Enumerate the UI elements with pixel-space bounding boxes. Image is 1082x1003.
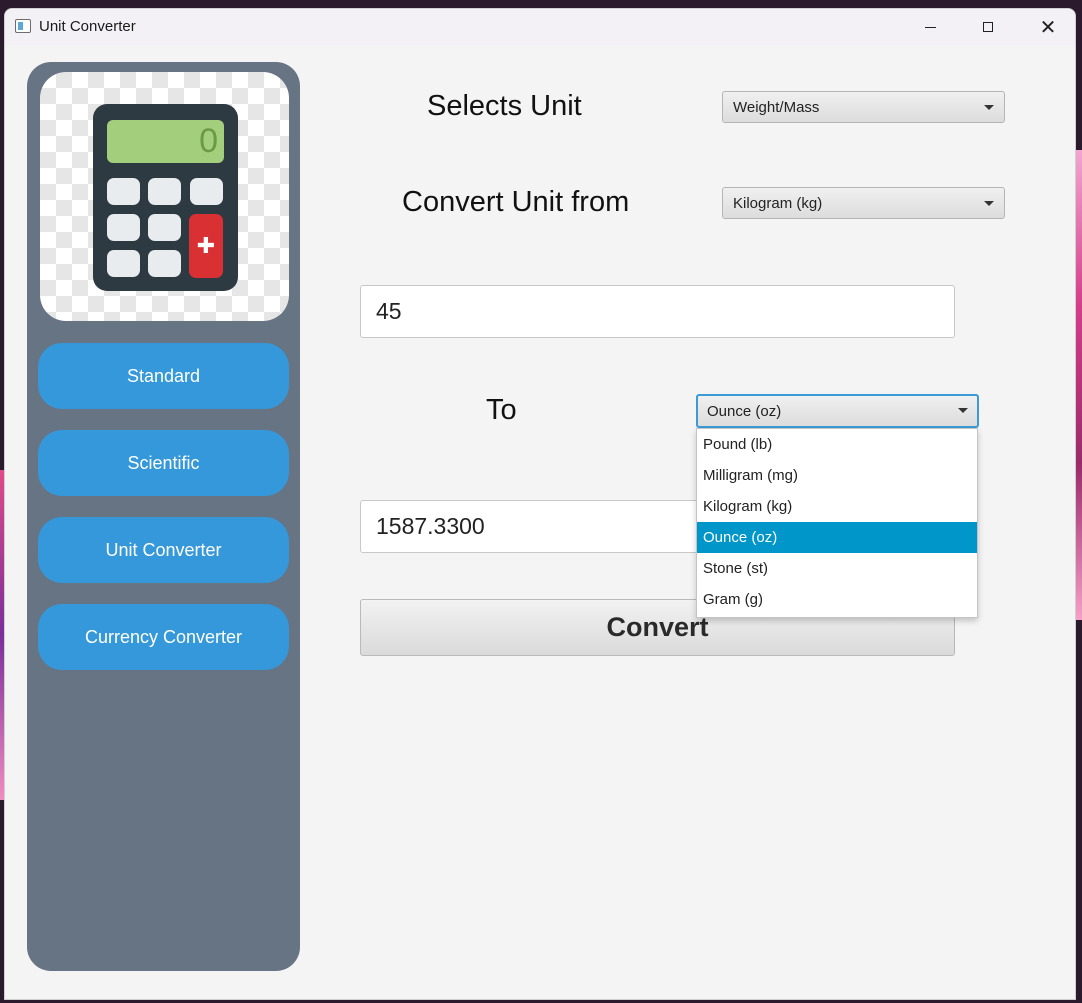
nav-standard-button[interactable]: Standard: [38, 343, 289, 409]
chevron-down-icon: [958, 408, 968, 413]
minimize-icon: [924, 26, 936, 28]
dropdown-option-gram[interactable]: Gram (g): [697, 584, 977, 615]
dropdown-option-milligram[interactable]: Milligram (mg): [697, 460, 977, 491]
from-unit-select[interactable]: Kilogram (kg): [722, 187, 1005, 219]
to-unit-value: Ounce (oz): [707, 402, 782, 420]
dropdown-option-stone[interactable]: Stone (st): [697, 553, 977, 584]
calculator-key: [148, 214, 181, 241]
dropdown-option-kilogram[interactable]: Kilogram (kg): [697, 491, 977, 522]
minimize-button[interactable]: [901, 9, 959, 45]
sidebar: 0 ✚ Standard Scientific Unit Converter C…: [27, 62, 300, 971]
calculator-key: [148, 178, 181, 205]
convert-from-label: Convert Unit from: [402, 186, 630, 218]
calculator-key: [148, 250, 181, 277]
maximize-icon: [983, 22, 993, 32]
chevron-down-icon: [984, 105, 994, 110]
input-value-field[interactable]: 45: [360, 285, 955, 338]
nav-scientific-button[interactable]: Scientific: [38, 430, 289, 496]
to-unit-dropdown-list: Pound (lb) Milligram (mg) Kilogram (kg) …: [696, 428, 978, 618]
window-title: Unit Converter: [39, 18, 136, 35]
calculator-key: [107, 250, 140, 277]
calculator-key: [190, 178, 223, 205]
from-unit-value: Kilogram (kg): [733, 194, 823, 212]
calculator-display: 0: [107, 120, 224, 163]
app-window: Unit Converter ✕ 0 ✚ Standard Scientific…: [4, 8, 1076, 1000]
nav-unit-converter-button[interactable]: Unit Converter: [38, 517, 289, 583]
dropdown-option-ounce[interactable]: Ounce (oz): [697, 522, 977, 553]
title-bar[interactable]: Unit Converter ✕: [5, 9, 1075, 45]
calculator-key: [107, 178, 140, 205]
calculator-key: [107, 214, 140, 241]
nav-currency-converter-button[interactable]: Currency Converter: [38, 604, 289, 670]
to-label: To: [486, 394, 517, 426]
close-icon: ✕: [1039, 15, 1057, 39]
select-unit-label: Selects Unit: [427, 90, 582, 122]
calculator-icon: 0 ✚: [93, 104, 238, 291]
unit-type-value: Weight/Mass: [733, 98, 820, 116]
calculator-logo: 0 ✚: [40, 72, 289, 321]
unit-type-select[interactable]: Weight/Mass: [722, 91, 1005, 123]
to-unit-select[interactable]: Ounce (oz): [696, 394, 979, 428]
app-icon: [15, 19, 31, 33]
dropdown-option-pound[interactable]: Pound (lb): [697, 429, 977, 460]
close-button[interactable]: ✕: [1019, 9, 1075, 45]
calculator-plus-key: ✚: [189, 214, 223, 278]
maximize-button[interactable]: [959, 9, 1017, 45]
chevron-down-icon: [984, 201, 994, 206]
